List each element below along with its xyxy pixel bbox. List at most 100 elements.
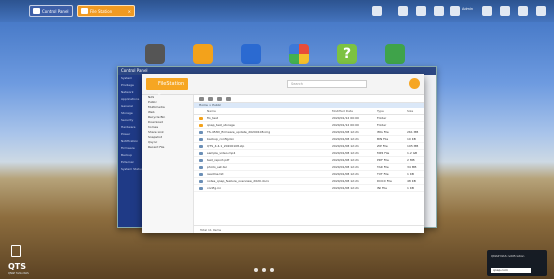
cp-nav-item[interactable]: Privilege <box>118 82 144 89</box>
cell-name: TS-453D_firmware_update_20200108.img <box>207 130 271 134</box>
upload-icon[interactable] <box>199 96 204 101</box>
file-icon <box>199 186 203 190</box>
control-panel-nav: System Privilege Network Applications Ge… <box>118 75 144 227</box>
app-grid-icon[interactable] <box>289 44 309 64</box>
cell-size: 34 MB <box>407 165 417 169</box>
table-row[interactable]: config.ini 2020/01/08 12:21 INI File 1 KB <box>194 185 424 192</box>
sidebar-item[interactable]: Recent File <box>142 145 193 150</box>
cp-nav-item[interactable]: Security <box>118 117 144 124</box>
status-bar: Total 11 items <box>194 225 424 233</box>
notification-bar[interactable]: qnap.com <box>491 268 531 273</box>
cp-nav-item[interactable]: Hardware <box>118 124 144 131</box>
table-row[interactable]: notes_qnap_feature_overview_2020.docx 202… <box>194 178 424 185</box>
page-dot[interactable] <box>262 268 266 272</box>
cell-date: 2020/01/08 12:21 <box>332 130 359 134</box>
cell-name: qnap_test_storage <box>207 123 235 127</box>
cell-size: 2 MB <box>407 158 415 162</box>
cell-date: 2020/01/08 12:21 <box>332 186 359 190</box>
table-row[interactable]: qnap_test_storage 2020/01/12 00:00 Folder <box>194 122 424 129</box>
file-icon <box>199 144 203 148</box>
cp-nav-item[interactable]: Storage <box>118 110 144 117</box>
cp-nav-item[interactable]: Notification <box>118 138 144 145</box>
table-row[interactable]: backup_config.bin 2020/01/08 12:21 BIN Fil… <box>194 136 424 143</box>
cp-nav-item[interactable]: General <box>118 103 144 110</box>
qts-logo: QTS <box>8 262 27 271</box>
col-date[interactable]: Modified Date <box>332 108 377 115</box>
tab-label: File Station <box>90 8 113 14</box>
folder-icon <box>199 116 203 120</box>
col-type[interactable]: Type <box>377 108 407 115</box>
cell-date: 2020/01/08 12:21 <box>332 179 359 183</box>
cell-size: 48 KB <box>407 179 416 183</box>
folder-icon <box>199 123 203 127</box>
menu-icon[interactable] <box>536 6 546 16</box>
bell-icon[interactable] <box>416 6 426 16</box>
cell-name: sample_video.mp4 <box>207 151 236 155</box>
more-actions-icon[interactable] <box>226 96 231 101</box>
table-row[interactable]: TS-453D_firmware_update_20200108.img 2020… <box>194 129 424 136</box>
cp-nav-item[interactable]: System <box>118 75 144 82</box>
table-row[interactable]: test_report.pdf 2020/01/08 12:21 PDF File 2… <box>194 157 424 164</box>
control-panel-tab-icon <box>33 8 40 14</box>
cell-kind: ZIP File <box>377 144 388 148</box>
user-icon[interactable] <box>450 6 460 16</box>
desktop-page-dots[interactable] <box>254 268 274 272</box>
app-center-icon[interactable] <box>241 44 261 64</box>
search-input[interactable]: Search <box>287 80 367 88</box>
recycle-bin-icon[interactable] <box>11 245 21 257</box>
file-icon <box>199 151 203 155</box>
cell-kind: MP4 File <box>377 151 390 155</box>
more-icon[interactable] <box>409 78 420 89</box>
table-row[interactable]: fio_test 2020/01/12 00:00 Folder <box>194 115 424 122</box>
cell-date: 2020/01/08 12:21 <box>332 165 359 169</box>
tasks-icon[interactable] <box>434 6 444 16</box>
cp-nav-item[interactable]: External <box>118 159 144 166</box>
dashboard-icon[interactable] <box>500 6 510 16</box>
close-icon[interactable]: × <box>128 9 131 14</box>
page-dot[interactable] <box>270 268 274 272</box>
cell-kind: INI File <box>377 186 387 190</box>
cell-name: QTS_4.4.1_20200108.zip <box>207 144 245 148</box>
help-icon[interactable]: ? <box>337 44 357 64</box>
notification-text: QNAP NAS notification <box>491 254 525 258</box>
cell-size: 1.2 GB <box>407 151 418 155</box>
settings-icon[interactable] <box>482 6 492 16</box>
cell-size: 195 MB <box>407 144 419 148</box>
cell-size: 10 KB <box>407 137 416 141</box>
cp-nav-item[interactable]: System Status <box>118 166 144 173</box>
file-station-app-icon[interactable] <box>193 44 213 64</box>
info-icon[interactable] <box>518 6 528 16</box>
tab-file-station[interactable]: File Station × <box>77 5 135 17</box>
file-icon <box>199 137 203 141</box>
file-icon <box>199 165 203 169</box>
col-name[interactable]: Name <box>207 108 332 115</box>
table-row[interactable]: photo_set.tar 2020/01/08 12:21 TAR File 34 … <box>194 164 424 171</box>
cell-name: readme.txt <box>207 172 224 176</box>
cp-nav-item[interactable]: Firmware <box>118 145 144 152</box>
notification-popup[interactable]: QNAP NAS notification qnap.com <box>487 250 547 276</box>
cell-name: test_report.pdf <box>207 158 230 162</box>
col-size[interactable]: Size <box>407 108 432 115</box>
control-panel-app-icon[interactable] <box>145 44 165 64</box>
cell-name: photo_set.tar <box>207 165 227 169</box>
cell-kind: DOCX File <box>377 179 392 183</box>
cp-nav-item[interactable]: Power <box>118 131 144 138</box>
file-icon <box>199 158 203 162</box>
cell-size: 261 MB <box>407 130 419 134</box>
cell-date: 2020/01/08 12:21 <box>332 144 359 148</box>
cell-date: 2020/01/08 12:21 <box>332 158 359 162</box>
cp-nav-item[interactable]: Applications <box>118 96 144 103</box>
container-station-icon[interactable] <box>385 44 405 64</box>
share-icon[interactable] <box>217 96 222 101</box>
volume-icon[interactable] <box>398 6 408 16</box>
page-dot[interactable] <box>254 268 258 272</box>
cp-nav-item[interactable]: Backup <box>118 152 144 159</box>
table-row[interactable]: readme.txt 2020/01/08 12:21 TXT File 1 KB <box>194 171 424 178</box>
user-label[interactable]: Admin <box>462 7 473 11</box>
search-icon[interactable] <box>372 6 382 16</box>
cp-nav-item[interactable]: Network <box>118 89 144 96</box>
tab-control-panel[interactable]: Control Panel <box>29 5 73 17</box>
table-row[interactable]: sample_video.mp4 2020/01/08 12:21 MP4 File… <box>194 150 424 157</box>
new-folder-icon[interactable] <box>208 96 213 101</box>
table-row[interactable]: QTS_4.4.1_20200108.zip 2020/01/08 12:21 ZI… <box>194 143 424 150</box>
